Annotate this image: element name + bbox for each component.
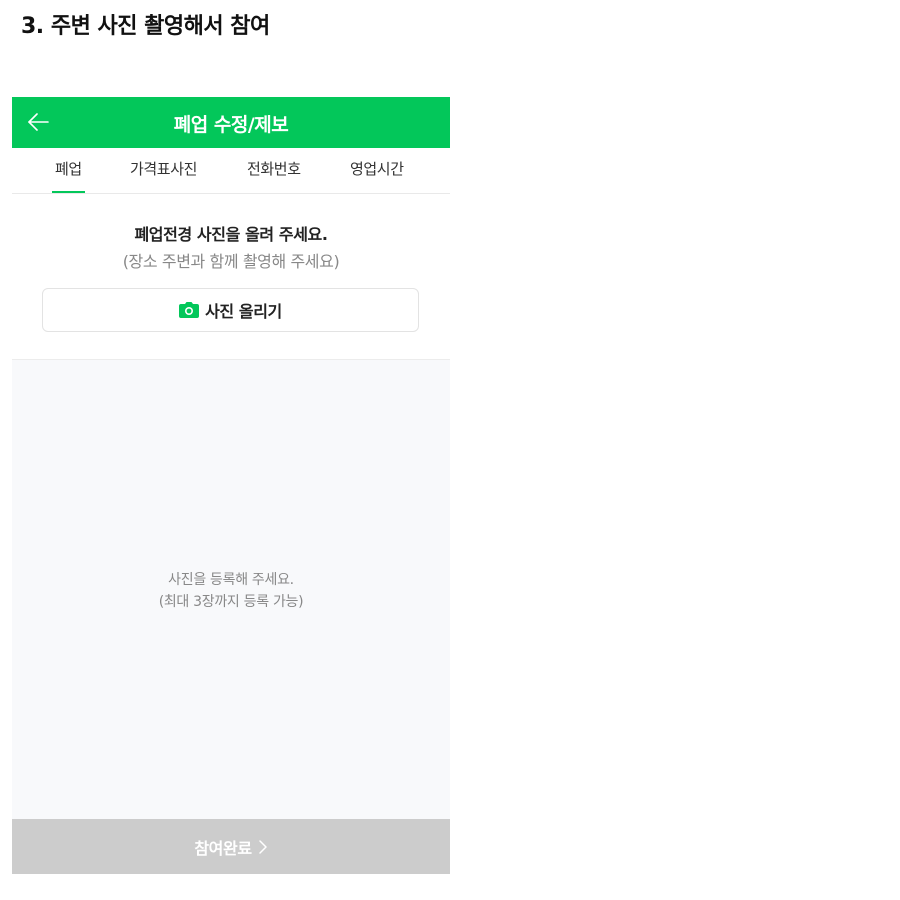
- app-header: 폐업 수정/제보: [12, 97, 450, 148]
- page-title: 폐업 수정/제보: [173, 114, 289, 136]
- tab-closure[interactable]: 폐업: [52, 148, 85, 193]
- camera-icon: [179, 302, 200, 318]
- photo-area[interactable]: 사진을 등록해 주세요. (최대 3장까지 등록 가능): [12, 360, 450, 819]
- upload-photo-button[interactable]: 사진 올리기: [42, 288, 419, 332]
- tab-phone-number[interactable]: 전화번호: [247, 148, 301, 193]
- photo-empty-message: 사진을 등록해 주세요.: [168, 572, 294, 588]
- submit-button[interactable]: 참여완료: [12, 819, 450, 874]
- step-heading: 3. 주변 사진 촬영해서 참여: [21, 14, 270, 39]
- photo-limit-message: (최대 3장까지 등록 가능): [158, 594, 304, 610]
- upload-title: 폐업전경 사진을 올려 주세요.: [134, 225, 328, 244]
- submit-label: 참여완료: [194, 838, 252, 858]
- tab-bar: 폐업 가격표사진 전화번호 영업시간: [12, 148, 450, 194]
- mobile-screen: 폐업 수정/제보 폐업 가격표사진 전화번호 영업시간 폐업전경 사진을 올려 …: [12, 97, 450, 874]
- chevron-right-icon: [258, 839, 268, 854]
- tab-price-photo[interactable]: 가격표사진: [130, 148, 197, 193]
- tab-business-hours[interactable]: 영업시간: [350, 148, 404, 193]
- upload-subtitle: (장소 주변과 함께 촬영해 주세요): [122, 252, 340, 271]
- upload-button-label: 사진 올리기: [205, 302, 282, 321]
- upload-section: 폐업전경 사진을 올려 주세요. (장소 주변과 함께 촬영해 주세요) 사진 …: [12, 194, 450, 360]
